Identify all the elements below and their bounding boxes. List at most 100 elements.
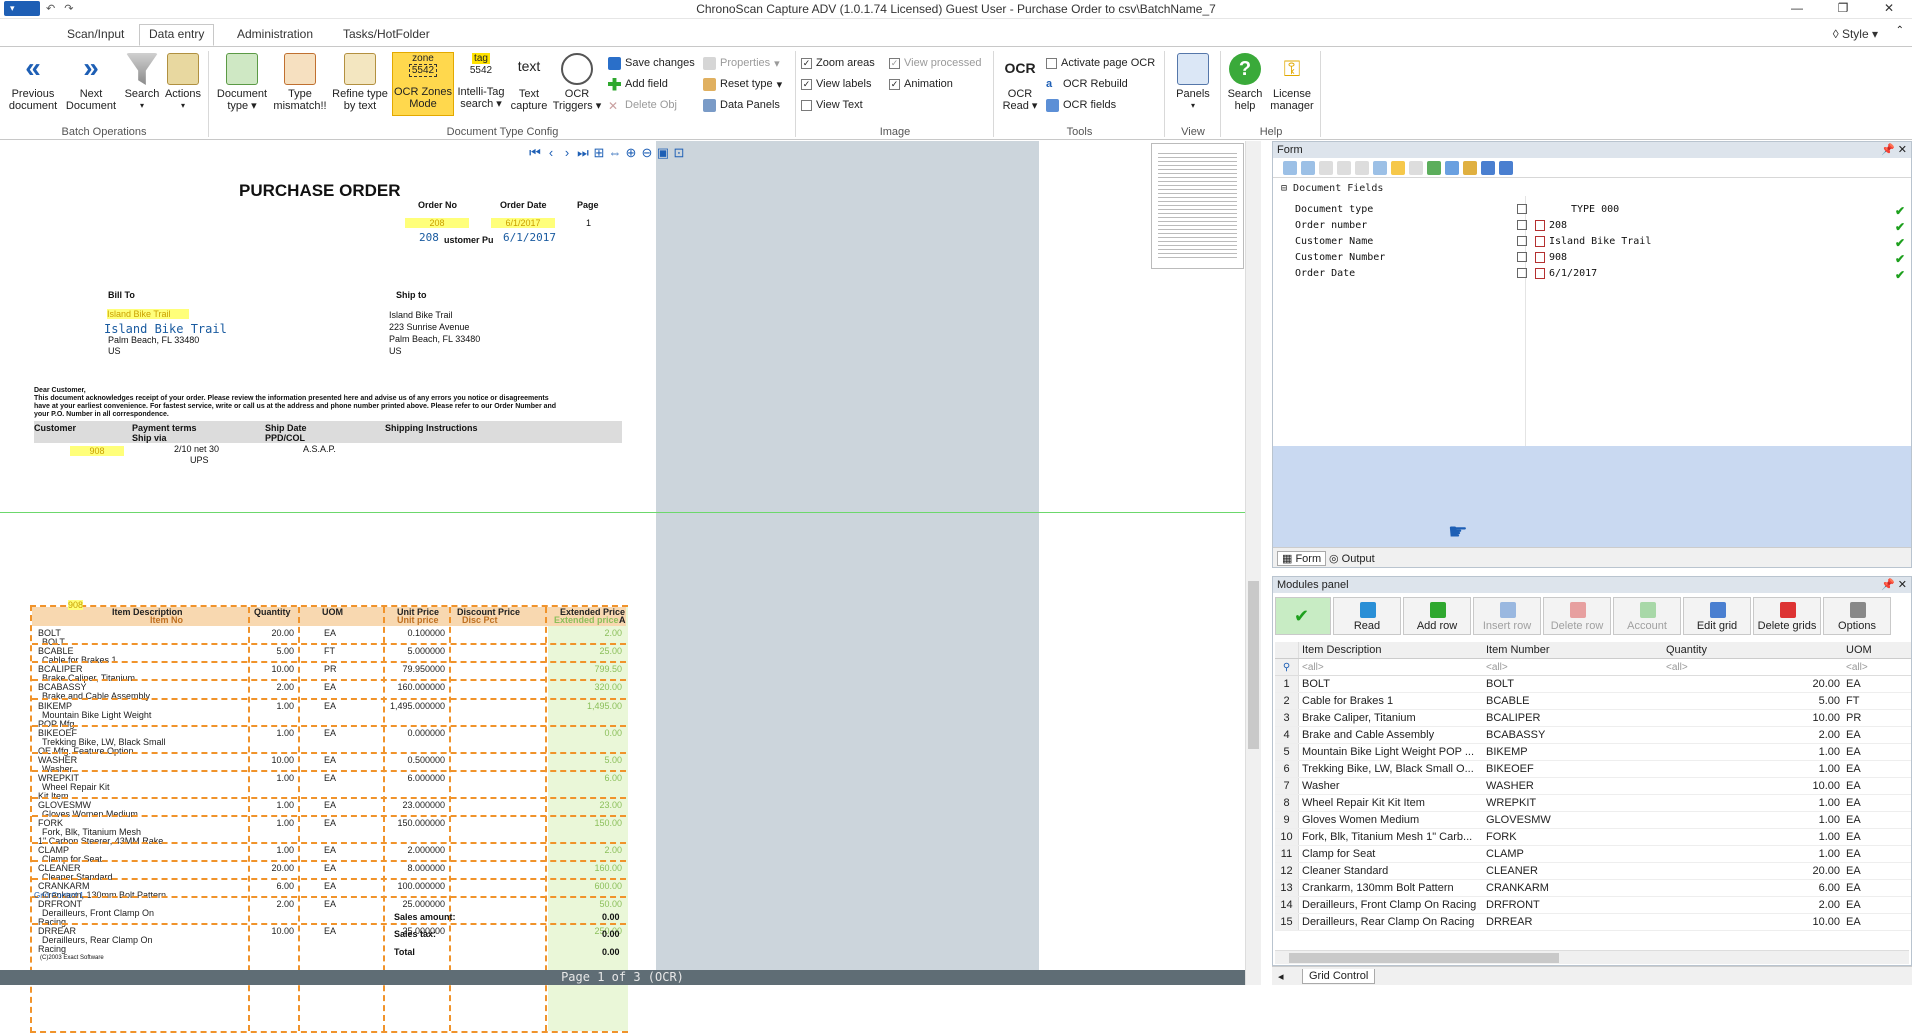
activate-page-ocr-checkbox[interactable]: Activate page OCR <box>1046 55 1155 71</box>
save-changes-button[interactable]: Save changes <box>608 55 695 71</box>
intelli-tag-search-button[interactable]: tag 5542 Intelli-Tag search ▾ <box>456 53 506 110</box>
filter-uom[interactable]: <all> <box>1843 659 1911 675</box>
modules-close-icon[interactable]: 📌 ✕ <box>1881 577 1907 593</box>
view-text-checkbox[interactable]: View Text <box>801 97 863 113</box>
zoom-out-icon[interactable]: ⊖ <box>640 146 654 160</box>
delete-obj-button[interactable]: ✕ Delete Obj <box>608 97 677 113</box>
field-value[interactable]: 6/1/2017 <box>1549 268 1597 279</box>
document-fields-section[interactable]: ⊟ Document Fields <box>1281 183 1383 194</box>
table-row[interactable]: 15 Derailleurs, Rear Clamp On Racing DRREA… <box>1275 914 1911 931</box>
tool-icon-1[interactable] <box>1283 160 1297 175</box>
maximize-icon[interactable]: ❐ <box>1820 0 1866 19</box>
font-icon-2[interactable] <box>1499 160 1513 175</box>
delete-row-button[interactable]: Delete row <box>1543 597 1611 635</box>
document-viewer[interactable]: PURCHASE ORDER Order No Order Date Page … <box>0 141 1039 1033</box>
ribbon-collapse-icon[interactable]: ⌃ <box>1896 25 1904 36</box>
table-row[interactable]: 12 Cleaner Standard CLEANER 20.00 EA <box>1275 863 1911 880</box>
tab-scroll-left-icon[interactable]: ◂ <box>1278 970 1284 983</box>
table-row[interactable]: 3 Brake Caliper, Titanium BCALIPER 10.00 PR <box>1275 710 1911 727</box>
close-icon[interactable]: ✕ <box>1866 0 1912 19</box>
table-row[interactable]: 6 Trekking Bike, LW, Black Small O... BIKE… <box>1275 761 1911 778</box>
field-checkbox[interactable] <box>1517 268 1527 278</box>
search-button[interactable]: Search ▾ <box>120 53 164 112</box>
view-processed-checkbox[interactable]: ✓ View processed <box>889 55 981 71</box>
field-checkbox[interactable] <box>1517 220 1527 230</box>
search-help-button[interactable]: ? Search help <box>1224 53 1266 112</box>
tab-administration[interactable]: Administration <box>228 25 322 46</box>
actions-button[interactable]: Actions ▾ <box>162 53 204 112</box>
field-checkbox[interactable] <box>1517 204 1527 214</box>
ocr-triggers-button[interactable]: OCR Triggers ▾ <box>552 53 602 112</box>
customer-name-zone[interactable]: Island Bike Trail <box>107 309 189 319</box>
filter-quantity[interactable]: <all> <box>1663 659 1843 675</box>
tab-form[interactable]: ▦ Form <box>1277 551 1327 566</box>
col-uom[interactable]: UOM <box>1843 642 1911 658</box>
col-quantity[interactable]: Quantity <box>1663 642 1843 658</box>
table-row[interactable]: 10 Fork, Blk, Titanium Mesh 1" Carb... FOR… <box>1275 829 1911 846</box>
ocr-rebuild-button[interactable]: a OCR Rebuild <box>1046 76 1128 92</box>
table-row[interactable]: 9 Gloves Women Medium GLOVESMW 1.00 EA <box>1275 812 1911 829</box>
form-close-icon[interactable]: 📌 ✕ <box>1881 142 1907 158</box>
tab-data-entry[interactable]: Data entry <box>139 24 215 46</box>
animation-checkbox[interactable]: ✓ Animation <box>889 76 953 92</box>
eye-icon[interactable] <box>1445 160 1459 175</box>
zone-tool-icon[interactable]: ⊡ <box>672 146 686 160</box>
reset-type-button[interactable]: Reset type ▾ <box>703 76 782 92</box>
tool-icon-3[interactable] <box>1319 160 1333 175</box>
order-no-zone[interactable]: 208 <box>405 218 469 228</box>
insert-row-button[interactable]: Insert row <box>1473 597 1541 635</box>
tool-icon-4[interactable] <box>1337 160 1351 175</box>
add-field-button[interactable]: Add field <box>608 76 668 92</box>
read-button[interactable]: Read <box>1333 597 1401 635</box>
table-row[interactable]: 14 Derailleurs, Front Clamp On Racing DRFR… <box>1275 897 1911 914</box>
fit-width-icon[interactable]: ⇔ <box>608 146 622 160</box>
table-row[interactable]: 4 Brake and Cable Assembly BCABASSY 2.00 EA <box>1275 727 1911 744</box>
tool-icon-11[interactable] <box>1463 160 1477 175</box>
type-mismatch-button[interactable]: Type mismatch!! <box>272 53 328 112</box>
filter-description[interactable]: <all> <box>1299 659 1483 675</box>
field-value[interactable]: TYPE 000 <box>1571 204 1619 215</box>
edit-grid-button[interactable]: Edit grid <box>1683 597 1751 635</box>
tool-icon-7[interactable] <box>1391 160 1405 175</box>
style-menu[interactable]: ◊ Style ▾ <box>1833 27 1878 41</box>
table-row[interactable]: 7 Washer WASHER 10.00 EA <box>1275 778 1911 795</box>
zoom-in-icon[interactable]: ⊕ <box>624 146 638 160</box>
delete-grids-button[interactable]: Delete grids <box>1753 597 1821 635</box>
previous-document-button[interactable]: «Previous document <box>6 53 60 113</box>
field-value[interactable]: Island Bike Trail <box>1549 236 1651 247</box>
refine-type-button[interactable]: Refine type by text <box>330 53 390 112</box>
tool-icon-8[interactable] <box>1409 160 1423 175</box>
viewer-scrollbar[interactable] <box>1245 141 1261 985</box>
field-value[interactable]: 908 <box>1549 252 1567 263</box>
order-date-zone[interactable]: 6/1/2017 <box>491 218 555 228</box>
col-item-number[interactable]: Item Number <box>1483 642 1663 658</box>
fit-page-icon[interactable]: ⊞ <box>592 146 606 160</box>
filter-number[interactable]: <all> <box>1483 659 1663 675</box>
ocr-read-button[interactable]: OCR OCR Read ▾ <box>998 53 1042 112</box>
field-value[interactable]: 208 <box>1549 220 1567 231</box>
select-icon[interactable]: ▣ <box>656 146 670 160</box>
table-row[interactable]: 5 Mountain Bike Light Weight POP ... BIKEM… <box>1275 744 1911 761</box>
add-row-button[interactable]: Add row <box>1403 597 1471 635</box>
tab-grid-control[interactable]: Grid Control <box>1302 969 1376 984</box>
view-labels-checkbox[interactable]: ✓ View labels <box>801 76 871 92</box>
document-type-button[interactable]: Document type ▾ <box>214 53 270 112</box>
table-row[interactable]: 11 Clamp for Seat CLAMP 1.00 EA <box>1275 846 1911 863</box>
table-row[interactable]: 2 Cable for Brakes 1 BCABLE 5.00 FT <box>1275 693 1911 710</box>
tab-output[interactable]: ◎ Output <box>1329 552 1375 565</box>
ocr-fields-button[interactable]: OCR fields <box>1046 97 1116 113</box>
grid-hscrollbar[interactable] <box>1275 950 1909 964</box>
prev-page-icon[interactable]: ‹ <box>544 146 558 160</box>
zoom-areas-checkbox[interactable]: ✓ Zoom areas <box>801 55 875 71</box>
first-page-icon[interactable]: ⏮ <box>528 146 542 160</box>
options-button[interactable]: Options <box>1823 597 1891 635</box>
properties-button[interactable]: Properties ▾ <box>703 55 780 71</box>
tool-icon-9[interactable] <box>1427 160 1441 175</box>
field-checkbox[interactable] <box>1517 252 1527 262</box>
validate-button[interactable]: ✔ <box>1275 597 1331 635</box>
page-thumbnail[interactable] <box>1151 143 1244 269</box>
panels-button[interactable]: Panels ▾ <box>1170 53 1216 112</box>
tool-icon-6[interactable] <box>1373 160 1387 175</box>
modules-grid[interactable]: Item Description Item Number Quantity UO… <box>1275 642 1911 931</box>
account-button[interactable]: Account <box>1613 597 1681 635</box>
